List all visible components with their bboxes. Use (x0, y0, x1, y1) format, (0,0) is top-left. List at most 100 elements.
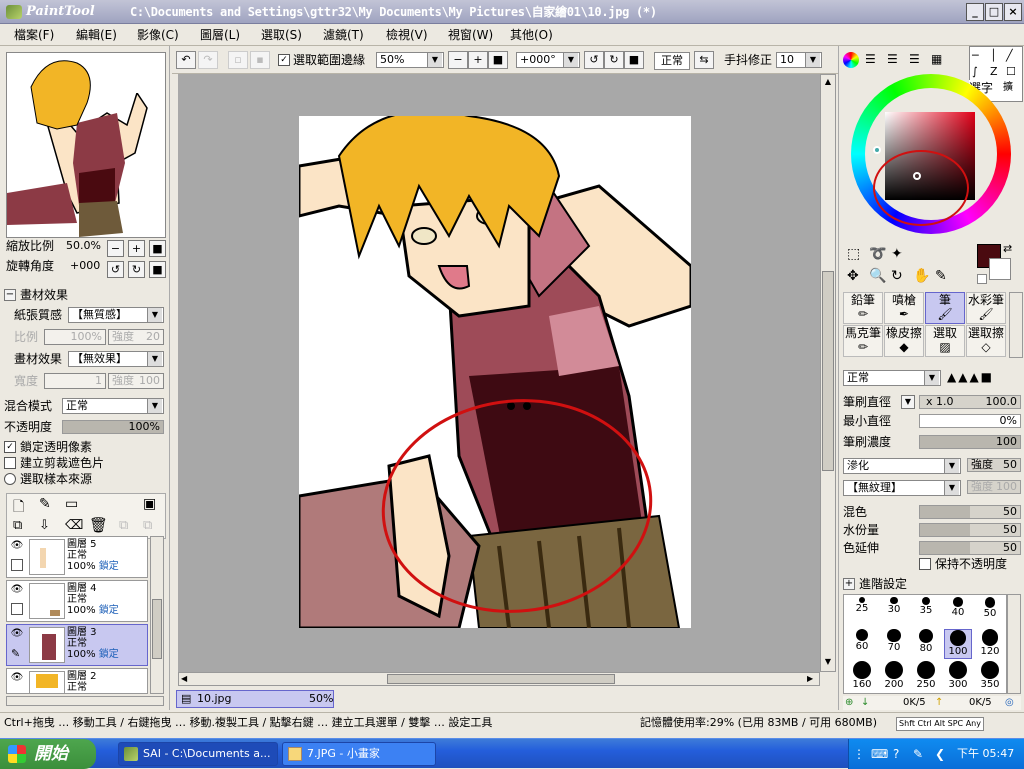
blend-mode-dropdown[interactable]: 正常 (62, 398, 164, 414)
visibility-eye-icon[interactable]: 👁 (9, 539, 25, 553)
hand-icon[interactable]: ✋ (913, 268, 930, 284)
menu-canvas[interactable]: 影像(C) (137, 26, 179, 44)
toolbar-rotate-right-button[interactable]: ↻ (604, 51, 624, 69)
menu-other[interactable]: 其他(O) (510, 26, 553, 44)
zoom-reset-button[interactable]: ■ (149, 240, 166, 257)
density-slider[interactable]: 100 (919, 435, 1021, 449)
collapse-brush-effect-icon[interactable]: − (4, 289, 16, 301)
swatches-icon[interactable]: ▦ (931, 52, 942, 66)
vertical-line-icon[interactable]: │ (990, 49, 997, 62)
tool-brush[interactable]: 筆 🖌 (925, 292, 965, 324)
width-field[interactable]: 1 (44, 373, 106, 389)
taskbar-task-sai[interactable]: SAI - C:\Documents a... (118, 742, 278, 766)
tool-pencil[interactable]: 鉛筆 ✏ (843, 292, 883, 324)
scale-field[interactable]: 100% (44, 329, 106, 345)
brush-preset-60[interactable]: 60 (848, 629, 876, 659)
rgb-slider-icon[interactable]: ☰ (865, 52, 876, 66)
menu-view[interactable]: 檢視(V) (386, 26, 428, 44)
preserve-opacity-checkbox[interactable]: ✓ (4, 441, 16, 453)
copy-layer-icon[interactable]: ⧉ (13, 518, 22, 533)
tool-watercolor[interactable]: 水彩筆 🖌 (966, 292, 1006, 324)
taskbar-task-paint[interactable]: 7.JPG - 小畫家 (282, 742, 436, 766)
menu-file[interactable]: 檔案(F) (14, 26, 54, 44)
sample-source-radio[interactable] (4, 473, 16, 485)
brush-preset-scrollbar[interactable] (1007, 594, 1021, 694)
curve-tool-icon[interactable]: ∫ (972, 65, 978, 78)
clear-layer-icon[interactable]: ⌫ (65, 518, 83, 533)
brush-size-slider[interactable]: x 1.0 100.0 (919, 395, 1021, 409)
merge-down-icon[interactable]: ⇩ (39, 518, 50, 533)
persistence-slider[interactable]: 50 (919, 541, 1021, 555)
help-icon[interactable]: ? (893, 739, 899, 769)
new-folder-icon[interactable]: ▭ (65, 496, 78, 512)
brush-mode-dropdown[interactable]: 正常 (843, 370, 941, 386)
canvas-hscroll-thumb[interactable] (387, 674, 615, 684)
menu-layer[interactable]: 圖層(L) (200, 26, 240, 44)
scroll-right-icon[interactable]: ▶ (807, 673, 819, 685)
material-effect-dropdown[interactable]: 【無效果】 (68, 351, 164, 367)
new-linework-layer-icon[interactable]: ✎ (39, 496, 51, 512)
brush-preset-200[interactable]: 200 (880, 661, 908, 691)
brush-preset-50[interactable]: 50 (976, 597, 1004, 627)
brush-shape-icons[interactable]: ▲▲▲■ (947, 370, 994, 384)
toolbar-rotate-reset-button[interactable]: ■ (624, 51, 644, 69)
scroll-up-icon[interactable]: ▲ (822, 77, 834, 89)
opacity-slider[interactable]: 100% (62, 420, 164, 434)
canvas-horizontal-scrollbar[interactable]: ◀ ▶ (178, 672, 820, 686)
brush-preset-350[interactable]: 350 (976, 661, 1004, 691)
toolbar-rotate-left-button[interactable]: ↺ (584, 51, 604, 69)
toolbar-zoom-reset-button[interactable]: ■ (488, 51, 508, 69)
keyboard-icon[interactable]: ⌨ (871, 739, 888, 769)
polyline-tool-icon[interactable]: Z (990, 65, 998, 78)
view-mode-button[interactable]: 正常 (654, 52, 690, 70)
maximize-button[interactable]: □ (985, 3, 1003, 21)
tool-marker[interactable]: 馬克筆 ✏ (843, 325, 883, 357)
texture-strength-slider[interactable]: 強度 100 (967, 480, 1021, 494)
dilution-slider[interactable]: 50 (919, 523, 1021, 537)
lasso-icon[interactable]: ➰ (869, 246, 886, 262)
brush-preset-300[interactable]: 300 (944, 661, 972, 691)
layer-edit-checkbox[interactable] (11, 603, 23, 615)
effect-strength-field[interactable]: 強度 100 (108, 373, 164, 389)
hsv-slider-icon[interactable]: ☰ (887, 52, 898, 66)
eyedropper-icon[interactable]: ✎ (935, 268, 947, 284)
brush-texture-dropdown[interactable]: 【無紋理】 (843, 480, 961, 496)
stabilizer-dropdown[interactable]: 10 (776, 52, 822, 68)
layer-row[interactable]: 👁 圖層 5 正常 100% 鎖定 (6, 536, 148, 578)
palette-icon[interactable]: ☰ (909, 52, 920, 66)
zoom-out-button[interactable]: − (107, 240, 124, 257)
hue-picker-handle[interactable] (873, 146, 881, 154)
navigator-thumbnail[interactable] (6, 52, 166, 238)
zoom-icon[interactable]: 🔍 (869, 268, 886, 284)
rect-select-icon[interactable]: ⬚ (847, 246, 860, 262)
expand-tray-icon[interactable]: ❮ (935, 739, 945, 769)
brush-preset-120[interactable]: 120 (976, 629, 1004, 659)
expand-tool[interactable]: 擴 (1003, 80, 1021, 96)
keep-opacity-checkbox[interactable] (919, 558, 931, 570)
document-tab[interactable]: ▤ 10.jpg 50% (176, 690, 334, 708)
min-size-slider[interactable]: 0% (919, 414, 1021, 428)
secondary-color-swatch[interactable] (989, 258, 1011, 280)
rotate-view-icon[interactable]: ↻ (891, 268, 903, 284)
toolbar-zoom-out-button[interactable]: − (448, 51, 468, 69)
diagonal-line-icon[interactable]: ╱ (1006, 49, 1013, 62)
canvas-area[interactable] (178, 74, 820, 672)
tool-select-pen[interactable]: 選取 ▨ (925, 325, 965, 357)
canvas-vscroll-thumb[interactable] (822, 271, 834, 471)
scroll-down-icon[interactable]: ▼ (822, 657, 834, 669)
brush-size-mult-dropdown[interactable]: ▼ (901, 395, 915, 409)
move-icon[interactable]: ✥ (847, 268, 859, 284)
menu-select[interactable]: 選取(S) (261, 26, 302, 44)
paper-texture-dropdown[interactable]: 【無質感】 (68, 307, 164, 323)
start-button[interactable]: 開始 (0, 739, 96, 769)
layer-list-hscrollbar[interactable] (6, 696, 164, 706)
scroll-left-icon[interactable]: ◀ (181, 673, 193, 685)
transparent-color-swatch[interactable] (977, 274, 987, 284)
magic-wand-icon[interactable]: ✦ (891, 246, 903, 262)
undo-button[interactable]: ↶ (176, 51, 196, 69)
tool-eraser[interactable]: 橡皮擦 ◆ (884, 325, 924, 357)
menu-edit[interactable]: 編輯(E) (76, 26, 117, 44)
edge-strength-slider[interactable]: 強度 50 (967, 458, 1021, 472)
brush-preset-25[interactable]: 25 (848, 597, 876, 627)
brush-preset-40[interactable]: 40 (944, 597, 972, 627)
